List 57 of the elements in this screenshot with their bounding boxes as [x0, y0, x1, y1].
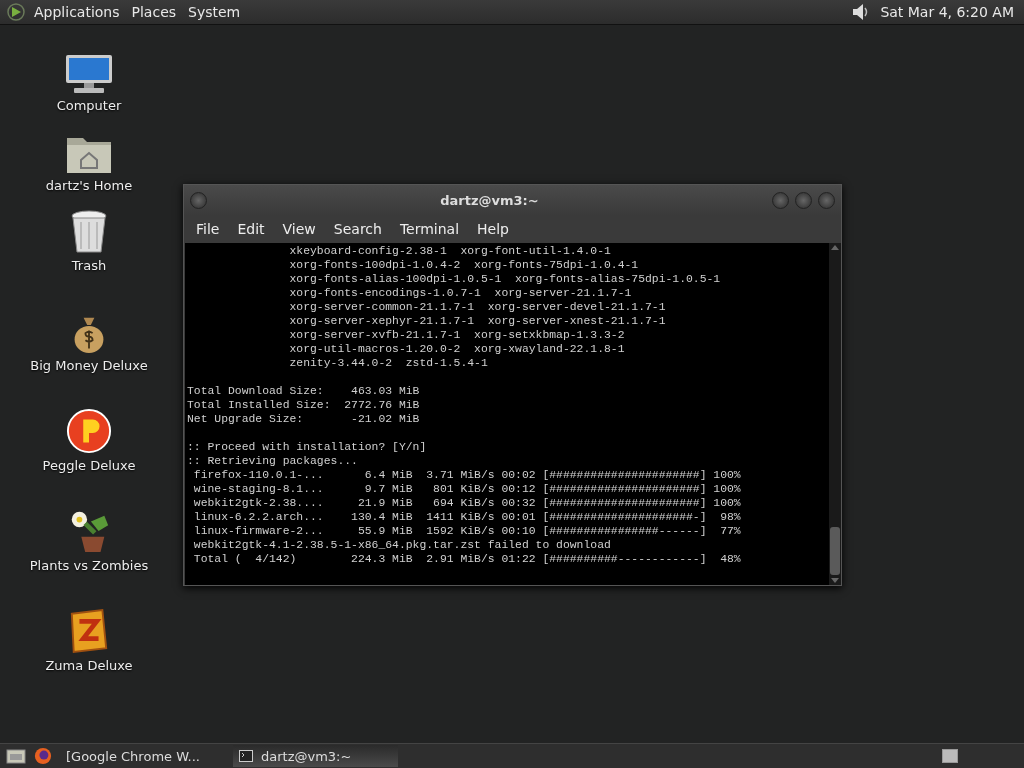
peggle-ball-icon[interactable] [66, 408, 112, 454]
desktop-icon-label[interactable]: dartz's Home [45, 178, 133, 193]
terminal-line: webkit2gtk-2.38.... 21.9 MiB 694 KiB/s 00:32 [######################] 100% [192, 496, 742, 510]
terminal-line: xorg-util-macros-1.20.0-2 xorg-xwayland-22.1.8-1 [288, 342, 626, 356]
computer-icon[interactable] [64, 54, 114, 94]
scrollbar-thumb[interactable] [830, 527, 840, 575]
panel-menu[interactable]: Applications [30, 4, 124, 20]
menu-item[interactable]: Edit [229, 221, 273, 237]
scroll-up-icon[interactable] [830, 243, 840, 251]
show-desktop-icon[interactable] [6, 748, 26, 764]
desktop-icon-label[interactable]: Trash [71, 258, 107, 273]
panel-menu[interactable]: Places [127, 4, 181, 20]
clock[interactable]: Sat Mar 4, 6:20 AM [880, 4, 1014, 20]
taskbar-button[interactable]: [Google Chrome W... [60, 745, 225, 767]
menu-item[interactable]: Search [325, 221, 390, 237]
desktop-icon-label[interactable]: Plants vs Zombies [29, 558, 149, 573]
menu-item[interactable]: View [274, 221, 324, 237]
terminal-line: linux-firmware-2... 55.9 MiB 1592 KiB/s 00:10 [################------] 77% [192, 524, 742, 538]
terminal-line: :: Retrieving packages... [187, 454, 359, 468]
terminal-line: Total Installed Size: 2772.76 MiB [187, 398, 421, 412]
terminal-icon [239, 750, 253, 762]
play-logo-icon[interactable] [6, 2, 26, 22]
close-button[interactable] [818, 191, 835, 209]
menu-item[interactable]: File [188, 221, 228, 237]
terminal-line: firefox-110.0.1-... 6.4 MiB 3.71 MiB/s 00:02 [######################] 100% [192, 468, 742, 482]
terminal-line: wine-staging-8.1... 9.7 MiB 801 KiB/s 00:12 [######################] 100% [192, 482, 742, 496]
window-menu-button[interactable] [190, 191, 207, 209]
terminal-line: linux-6.2.2.arch... 130.4 MiB 1411 KiB/s 00:01 [#####################-] 98% [192, 510, 742, 524]
minimize-button[interactable] [772, 191, 789, 209]
terminal-line: zenity-3.44.0-2 zstd-1.5.4-1 [288, 356, 489, 370]
scrollbar[interactable] [829, 243, 841, 585]
firefox-icon[interactable] [34, 747, 52, 765]
terminal-line: xorg-fonts-alias-100dpi-1.0.5-1 xorg-fonts-alias-75dpi-1.0.5-1 [288, 272, 722, 286]
workspace-switcher[interactable] [942, 749, 958, 763]
menu-item[interactable]: Terminal [391, 221, 468, 237]
maximize-button[interactable] [795, 191, 812, 209]
scroll-down-icon[interactable] [830, 577, 840, 585]
terminal-line: webkit2gtk-4.1-2.38.5-1-x86_64.pkg.tar.zst failed to download [192, 538, 612, 552]
zuma-tile-icon[interactable] [68, 608, 110, 654]
terminal-line: xorg-server-common-21.1.7-1 xorg-server-devel-21.1.7-1 [288, 300, 667, 314]
terminal-line: xorg-fonts-100dpi-1.0.4-2 xorg-fonts-75dpi-1.0.4-1 [288, 258, 640, 272]
terminal-line: xkeyboard-config-2.38-1 xorg-font-util-1.4.0-1 [288, 244, 612, 258]
desktop-icon-label[interactable]: Computer [56, 98, 122, 113]
desktop-icon-label[interactable]: Peggle Deluxe [42, 458, 136, 473]
terminal-line: Total Download Size: 463.03 MiB [187, 384, 421, 398]
terminal-line: xorg-fonts-encodings-1.0.7-1 xorg-server-21.1.7-1 [288, 286, 633, 300]
terminal-line: xorg-server-xvfb-21.1.7-1 xorg-setxkbmap-1.3.3-2 [288, 328, 626, 342]
window-title: dartz@vm3:~ [439, 192, 540, 208]
desktop-icon-label[interactable]: Zuma Deluxe [45, 658, 133, 673]
panel-menu[interactable]: System [184, 4, 245, 20]
terminal-line: Total ( 4/142) 224.3 MiB 2.91 MiB/s 01:22 [##########------------] 48% [192, 552, 742, 566]
terminal-line: :: Proceed with installation? [Y/n] [187, 440, 428, 454]
trash-icon[interactable] [69, 210, 109, 254]
desktop-icon-label[interactable]: Big Money Deluxe [30, 358, 148, 373]
terminal-line: Net Upgrade Size: -21.02 MiB [187, 412, 421, 426]
terminal-line: xorg-server-xephyr-21.1.7-1 xorg-server-xnest-21.1.7-1 [288, 314, 667, 328]
menu-item[interactable]: Help [469, 221, 517, 237]
